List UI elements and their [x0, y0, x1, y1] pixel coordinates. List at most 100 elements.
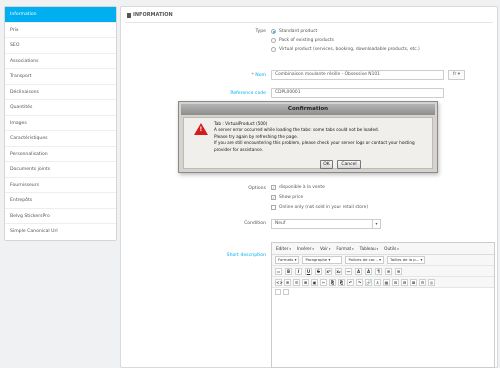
template-icon[interactable]: ⊟	[401, 278, 408, 286]
name-label: * Nom	[251, 73, 267, 78]
radio-pack[interactable]	[271, 38, 276, 43]
sidebar-item-quantites[interactable]: Quantités	[5, 100, 116, 116]
source-code-icon[interactable]: <>	[275, 278, 283, 286]
cancel-button[interactable]: Cancel	[337, 160, 361, 169]
new-document-icon[interactable]: ▭	[275, 267, 282, 275]
align-center-icon[interactable]: ≡	[395, 267, 402, 275]
font-size-dropdown[interactable]: Tailles de la p... ▾	[387, 256, 426, 264]
dialog-title: Confirmation	[181, 104, 435, 115]
menu-outils[interactable]: Outils	[384, 246, 399, 251]
settings-icon[interactable]: ⚙	[419, 278, 426, 286]
bullet-list-icon[interactable]: ≡	[284, 278, 291, 286]
checkbox-online-only[interactable]	[271, 205, 276, 210]
strikethrough-button[interactable]: S	[315, 267, 322, 275]
menu-voir[interactable]: Voir	[320, 246, 330, 251]
editor-toolbar-3: <> ≡ ☰ ⊞ ▣ ✂ ⎘ ⎗ ↶ ↷ 🔗 ⚓ ▦ ⊡ ⊟ ⊠ ⚙ ◎	[272, 277, 494, 288]
option-show-price[interactable]: ✓ Show price	[271, 195, 303, 200]
confirmation-dialog: Confirmation ! Tab : VirtualProduct (500…	[178, 101, 438, 173]
condition-label: Condition	[244, 221, 266, 226]
warning-exclamation-icon: !	[199, 126, 203, 133]
sidebar-item-documents-joints[interactable]: Documents joints	[5, 162, 116, 178]
preview-icon[interactable]: ◎	[428, 278, 435, 286]
text-color-button[interactable]: A	[355, 267, 362, 275]
condition-select[interactable]: Neuf ▾	[271, 219, 381, 229]
sidebar-item-seo[interactable]: SEO	[5, 38, 116, 54]
ok-button[interactable]: OK	[320, 160, 333, 169]
dialog-line: If you are still encountering this probl…	[214, 140, 415, 146]
option-available-for-order[interactable]: ✓ disponible à la vente	[271, 185, 325, 190]
block-icon[interactable]: ▣	[311, 278, 318, 286]
sidebar-item-associations[interactable]: Associations	[5, 54, 116, 69]
menu-editer[interactable]: Editer	[276, 246, 291, 251]
bold-button[interactable]: B	[285, 267, 292, 275]
required-asterisk: *	[251, 73, 254, 78]
short-description-editor[interactable]: Editer Insérer Voir Format Tableau Outil…	[271, 242, 495, 368]
table-icon[interactable]: ⊞	[302, 278, 309, 286]
options-label: Options	[248, 186, 266, 191]
sidebar-item-images[interactable]: Images	[5, 116, 116, 131]
radio-virtual[interactable]	[271, 47, 276, 52]
checkbox-show-price[interactable]: ✓	[271, 195, 276, 200]
cut-icon[interactable]: ✂	[320, 278, 327, 286]
editor-content-area[interactable]	[272, 288, 494, 368]
sidebar-item-transport[interactable]: Transport	[5, 69, 116, 85]
type-option-standard[interactable]: Standard product	[271, 29, 317, 34]
sidebar-item-belvg-stickerspro[interactable]: Belvg StickersPro	[5, 209, 116, 224]
font-family-dropdown[interactable]: Polices de car... ▾	[345, 256, 385, 264]
image-icon[interactable]: ▦	[383, 278, 390, 286]
editor-handle-icon	[283, 289, 289, 295]
sidebar-item-personnalisation[interactable]: Personnalisation	[5, 147, 116, 162]
anchor-icon[interactable]: ⚓	[374, 278, 381, 286]
radio-standard[interactable]	[271, 29, 276, 34]
info-icon	[127, 12, 131, 18]
paragraph-dropdown[interactable]: Paragraphe ▾	[302, 256, 343, 264]
type-option-virtual[interactable]: Virtual product (services, booking, down…	[271, 47, 420, 52]
panel-divider	[125, 22, 493, 23]
sidebar-item-declinaisons[interactable]: Déclinaisons	[5, 85, 116, 100]
type-label: Type	[255, 29, 266, 34]
panel-heading: INFORMATION	[127, 12, 173, 18]
product-tabs-sidebar: Information Prix SEO Associations Transp…	[4, 6, 117, 241]
menu-format[interactable]: Format	[336, 246, 353, 251]
paste-icon[interactable]: ⎗	[338, 278, 345, 286]
media-icon[interactable]: ⊡	[392, 278, 399, 286]
copy-icon[interactable]: ⎘	[329, 278, 336, 286]
editor-toolbar-2: ▭ B I U S x² x₂ — A A ¶ ≡ ≡	[272, 266, 494, 277]
fullscreen-icon[interactable]: ⊠	[410, 278, 417, 286]
background-color-button[interactable]: A	[365, 267, 372, 275]
dialog-line: provider for assistance.	[214, 146, 264, 152]
editor-handle-icon	[275, 289, 281, 295]
paragraph-icon[interactable]: ¶	[375, 267, 382, 275]
menu-tableau[interactable]: Tableau	[360, 246, 379, 251]
formats-dropdown[interactable]: Formats ▾	[275, 256, 300, 264]
subscript-button[interactable]: x₂	[335, 267, 342, 275]
type-option-pack[interactable]: Pack of existing products	[271, 38, 334, 43]
sidebar-item-information[interactable]: Information	[5, 7, 116, 23]
undo-icon[interactable]: ↶	[347, 278, 354, 286]
sidebar-item-caracteristiques[interactable]: Caractéristiques	[5, 131, 116, 147]
align-left-icon[interactable]: ≡	[385, 267, 392, 275]
reference-input[interactable]: CDPL00001	[271, 88, 444, 98]
underline-button[interactable]: U	[305, 267, 312, 275]
editor-toolbar-1: Formats ▾ Paragraphe ▾ Polices de car...…	[272, 255, 494, 266]
dialog-body: ! Tab : VirtualProduct (500) A server er…	[183, 117, 433, 169]
superscript-button[interactable]: x²	[325, 267, 332, 275]
sidebar-item-fournisseurs[interactable]: Fournisseurs	[5, 178, 116, 193]
redo-icon[interactable]: ↷	[356, 278, 363, 286]
dialog-message: Tab : VirtualProduct (500) A server erro…	[214, 121, 426, 153]
panel-title: INFORMATION	[133, 12, 173, 18]
sidebar-item-prix[interactable]: Prix	[5, 23, 116, 38]
sidebar-item-entrepots[interactable]: Entrepôts	[5, 193, 116, 209]
short-description-label: Short description	[226, 253, 266, 258]
option-online-only[interactable]: Online only (not sold in your retail sto…	[271, 205, 368, 210]
numbered-list-icon[interactable]: ☰	[293, 278, 300, 286]
product-name-input[interactable]: Combinaison moulante résille - Obsessive…	[271, 70, 444, 80]
sidebar-item-simple-canonical-url[interactable]: Simple Canonical Url	[5, 224, 116, 240]
checkbox-available[interactable]: ✓	[271, 185, 276, 190]
horizontal-rule-button[interactable]: —	[345, 267, 352, 275]
language-selector[interactable]: fr ▾	[448, 70, 465, 80]
link-icon[interactable]: 🔗	[365, 278, 372, 286]
chevron-down-icon: ▾	[372, 220, 380, 228]
menu-inserer[interactable]: Insérer	[297, 246, 314, 251]
italic-button[interactable]: I	[295, 267, 302, 275]
